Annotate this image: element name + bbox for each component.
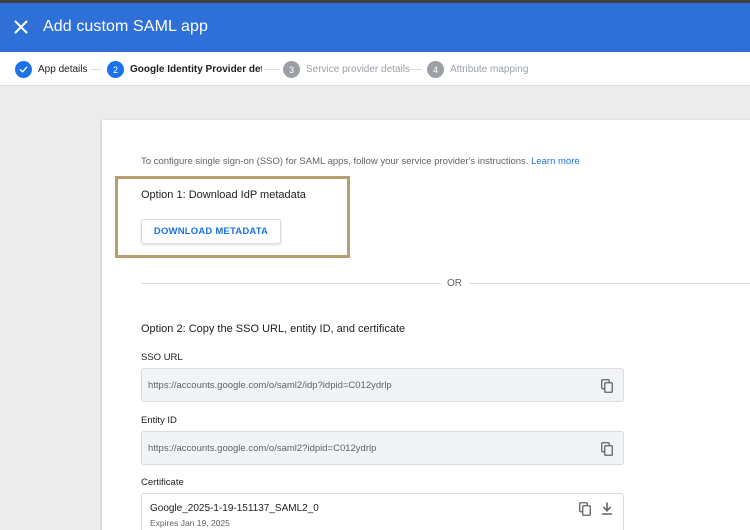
app-header: Add custom SAML app	[0, 3, 750, 52]
entity-id-value: https://accounts.google.com/o/saml2?idpi…	[148, 443, 377, 454]
step-number-badge: 4	[427, 61, 444, 78]
option2-title: Option 2: Copy the SSO URL, entity ID, a…	[141, 323, 406, 335]
intro-description: To configure single sign-on (SSO) for SA…	[141, 156, 529, 167]
close-icon[interactable]	[10, 16, 32, 38]
step-connector	[410, 69, 422, 70]
step-number-badge: 2	[107, 61, 124, 78]
certificate-name: Google_2025-1-19-151137_SAML2_0	[150, 503, 319, 514]
sso-url-value: https://accounts.google.com/o/saml2/idp?…	[148, 380, 392, 391]
step-attribute-mapping[interactable]: 4 Attribute mapping	[427, 61, 528, 78]
step-service-provider-details[interactable]: 3 Service provider details	[283, 61, 410, 78]
check-icon	[15, 61, 32, 78]
certificate-label: Certificate	[141, 477, 184, 488]
step-number-badge: 3	[283, 61, 300, 78]
step-label: Service provider details	[306, 64, 410, 75]
step-label: Google Identity Provider details	[130, 64, 262, 75]
entity-id-label: Entity ID	[141, 415, 177, 426]
sso-url-field[interactable]: https://accounts.google.com/o/saml2/idp?…	[141, 368, 624, 402]
divider-left	[141, 283, 441, 284]
step-connector	[91, 69, 101, 70]
entity-id-field[interactable]: https://accounts.google.com/o/saml2?idpi…	[141, 431, 624, 465]
stepper: App details 2 Google Identity Provider d…	[0, 52, 750, 86]
learn-more-link[interactable]: Learn more	[531, 156, 580, 167]
copy-icon[interactable]	[601, 442, 613, 456]
step-idp-details[interactable]: 2 Google Identity Provider details	[107, 61, 262, 78]
step-connector	[265, 69, 279, 70]
step-label: App details	[38, 64, 88, 75]
download-metadata-button[interactable]: DOWNLOAD METADATA	[141, 219, 281, 244]
or-separator: OR	[447, 278, 462, 289]
step-label: Attribute mapping	[450, 64, 529, 75]
intro-text: To configure single sign-on (SSO) for SA…	[141, 156, 580, 167]
option1-title: Option 1: Download IdP metadata	[141, 189, 306, 201]
step-app-details[interactable]: App details	[15, 61, 87, 78]
download-icon[interactable]	[601, 502, 613, 516]
certificate-field: Google_2025-1-19-151137_SAML2_0 Expires …	[141, 493, 624, 530]
certificate-expiry: Expires Jan 19, 2025	[150, 518, 230, 528]
page-title: Add custom SAML app	[43, 18, 208, 35]
sso-url-label: SSO URL	[141, 352, 183, 363]
copy-icon[interactable]	[579, 502, 591, 516]
divider-right	[469, 283, 750, 284]
copy-icon[interactable]	[601, 379, 613, 393]
